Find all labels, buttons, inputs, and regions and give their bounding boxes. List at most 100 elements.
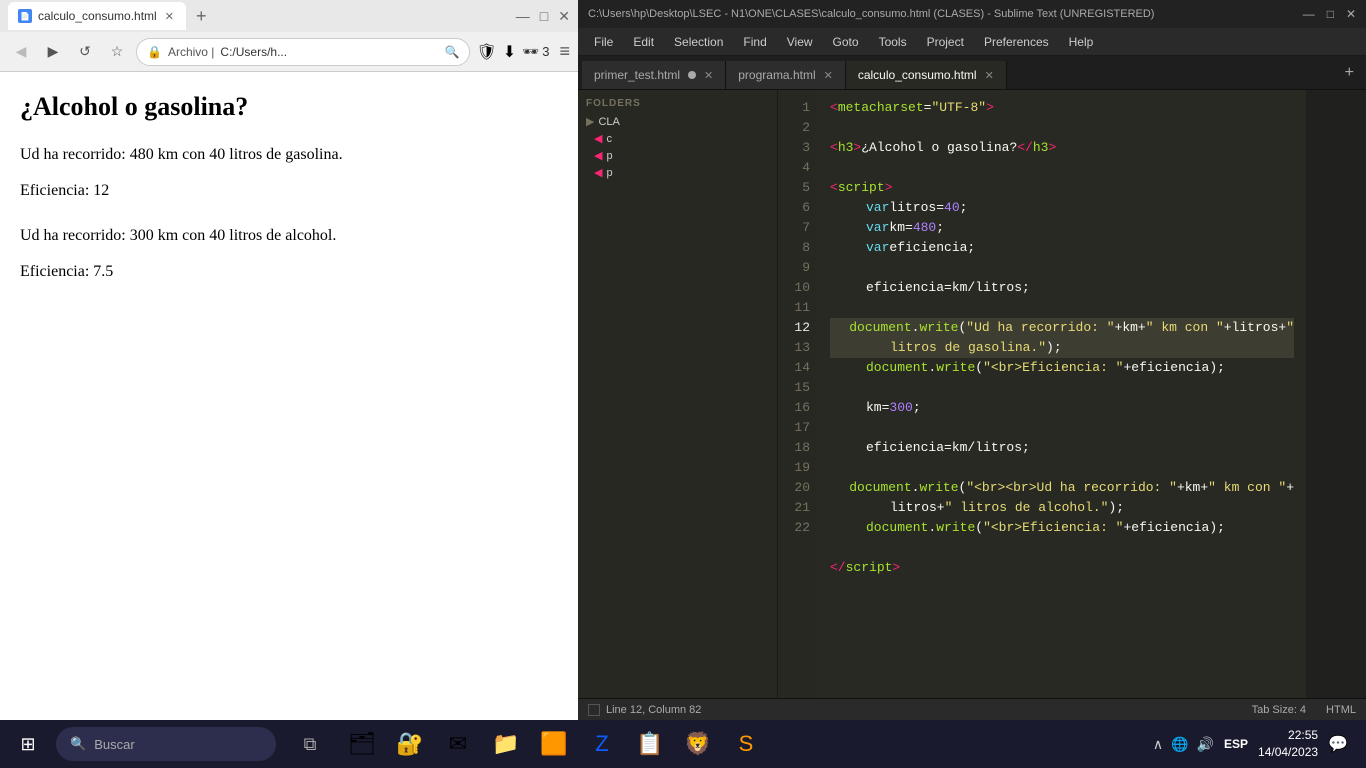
- menu-file[interactable]: File: [584, 31, 623, 53]
- tab-programa[interactable]: programa.html ✕: [726, 61, 846, 89]
- code-line-22: </script>: [830, 558, 1294, 578]
- menu-find[interactable]: Find: [733, 31, 776, 53]
- explorer-icon: 🗂: [348, 731, 376, 757]
- browser-tab-active[interactable]: 📄 calculo_consumo.html ✕: [8, 2, 186, 30]
- code-line-21: [830, 538, 1294, 558]
- start-button[interactable]: ⊞: [8, 724, 48, 764]
- ln-10: 10: [778, 278, 810, 298]
- clock-time: 22:55: [1258, 727, 1318, 744]
- explorer-app[interactable]: 🗂: [340, 722, 384, 766]
- network-icon[interactable]: 🌐: [1171, 736, 1188, 753]
- code-line-11: [830, 298, 1294, 318]
- ln-18: 18: [778, 438, 810, 458]
- tab-size-status: Tab Size: 4: [1252, 704, 1306, 716]
- chevron-up-icon[interactable]: ∧: [1153, 736, 1163, 753]
- code-line-18: [830, 458, 1294, 478]
- folder-sidebar: FOLDERS ▶ CLA ◀ c ◀ p ◀ p: [578, 90, 778, 698]
- ln-19: 19: [778, 458, 810, 478]
- page-line2: Eficiencia: 12: [20, 178, 558, 204]
- sublime-titlebar: C:\Users\hp\Desktop\LSEC - N1\ONE\CLASES…: [578, 0, 1366, 28]
- security-icon: 🔒: [147, 45, 162, 59]
- bookmark-button[interactable]: ☆: [104, 39, 130, 65]
- note-icon: 📋: [636, 731, 663, 757]
- restore-button[interactable]: □: [1327, 7, 1334, 21]
- shield-icon[interactable]: 🛡: [476, 42, 496, 62]
- notification-icon[interactable]: 💬: [1328, 734, 1348, 754]
- code-editor[interactable]: <meta charset="UTF-8"> <h3>¿Alcohol o ga…: [818, 90, 1306, 698]
- back-button[interactable]: ◀: [8, 39, 34, 65]
- tab-close[interactable]: ✕: [704, 69, 713, 82]
- page-title: ¿Alcohol o gasolina?: [20, 92, 558, 122]
- menu-edit[interactable]: Edit: [623, 31, 664, 53]
- code-line-1: <meta charset="UTF-8">: [830, 98, 1294, 118]
- ln-14: 14: [778, 358, 810, 378]
- address-bar[interactable]: 🔒 Archivo | C:/Users/h... 🔍: [136, 38, 470, 66]
- close-icon[interactable]: ✕: [558, 8, 570, 25]
- extensions-icon[interactable]: 🕶 3: [522, 44, 549, 60]
- tab-close[interactable]: ✕: [824, 69, 833, 82]
- menu-selection[interactable]: Selection: [664, 31, 733, 53]
- new-tab-button[interactable]: +: [1337, 64, 1362, 82]
- maximize-icon[interactable]: □: [540, 8, 548, 24]
- menu-project[interactable]: Project: [917, 31, 974, 53]
- code-line-6: var litros = 40;: [830, 198, 1294, 218]
- menu-tools[interactable]: Tools: [869, 31, 917, 53]
- folder-c[interactable]: ◀ c: [578, 130, 777, 147]
- status-right: Tab Size: 4 HTML: [1252, 704, 1356, 716]
- code-line-15: km = 300;: [830, 398, 1294, 418]
- folder-p2[interactable]: ◀ p: [578, 164, 777, 181]
- ln-21: 21: [778, 498, 810, 518]
- tab-label: programa.html: [738, 68, 815, 82]
- minimize-button[interactable]: —: [1303, 7, 1315, 21]
- sublime-tabs: primer_test.html ✕ programa.html ✕ calcu…: [578, 56, 1366, 90]
- code-line-4: [830, 158, 1294, 178]
- tab-label-active: calculo_consumo.html: [858, 68, 977, 82]
- tab-calculo-consumo[interactable]: calculo_consumo.html ✕: [846, 61, 1007, 89]
- download-icon[interactable]: ⬇: [503, 42, 516, 62]
- folder-app[interactable]: 📁: [484, 722, 528, 766]
- security-app[interactable]: 🔐: [388, 722, 432, 766]
- taskbar-time[interactable]: 22:55 14/04/2023: [1258, 727, 1318, 761]
- forward-button[interactable]: ▶: [40, 39, 66, 65]
- minimize-icon[interactable]: —: [516, 8, 530, 24]
- taskbar-search[interactable]: 🔍 Buscar: [56, 727, 276, 761]
- close-button[interactable]: ✕: [1346, 7, 1356, 21]
- file-label: c: [606, 133, 612, 145]
- folder-cla[interactable]: ▶ CLA: [578, 113, 777, 130]
- task-view-button[interactable]: ⧉: [288, 722, 332, 766]
- folder-icon: ▶: [586, 115, 594, 128]
- new-tab-button[interactable]: +: [190, 6, 213, 27]
- ln-11: 11: [778, 298, 810, 318]
- address-text: C:/Users/h...: [220, 45, 438, 59]
- mail-app[interactable]: ✉: [436, 722, 480, 766]
- tab-primer-test[interactable]: primer_test.html ✕: [582, 61, 726, 89]
- sublime-app[interactable]: S: [724, 722, 768, 766]
- file-label: p: [606, 150, 612, 162]
- menu-preferences[interactable]: Preferences: [974, 31, 1059, 53]
- system-icons: ∧ 🌐 🔊: [1153, 736, 1214, 753]
- ln-5: 5: [778, 178, 810, 198]
- code-line-5: <script>: [830, 178, 1294, 198]
- reload-button[interactable]: ↺: [72, 39, 98, 65]
- orange-icon: 🟧: [540, 731, 567, 757]
- zoom-app[interactable]: Z: [580, 722, 624, 766]
- sublime-menubar: File Edit Selection Find View Goto Tools…: [578, 28, 1366, 56]
- chevron-icon: ◀: [594, 149, 602, 162]
- volume-icon[interactable]: 🔊: [1197, 736, 1214, 753]
- sublime-window: C:\Users\hp\Desktop\LSEC - N1\ONE\CLASES…: [578, 0, 1366, 720]
- brave-app[interactable]: 🦁: [676, 722, 720, 766]
- ln-6: 6: [778, 198, 810, 218]
- menu-button[interactable]: ≡: [559, 41, 570, 62]
- menu-help[interactable]: Help: [1059, 31, 1104, 53]
- folder-p1[interactable]: ◀ p: [578, 147, 777, 164]
- orange-app[interactable]: 🟧: [532, 722, 576, 766]
- menu-view[interactable]: View: [777, 31, 823, 53]
- tab-modified-dot: [688, 71, 696, 79]
- menu-goto[interactable]: Goto: [823, 31, 869, 53]
- tab-close-button[interactable]: ✕: [163, 10, 176, 23]
- note-app[interactable]: 📋: [628, 722, 672, 766]
- tab-close-active[interactable]: ✕: [985, 69, 994, 82]
- folder-icon: 📁: [492, 731, 519, 757]
- file-label: p: [606, 167, 612, 179]
- search-icon: 🔍: [444, 45, 459, 59]
